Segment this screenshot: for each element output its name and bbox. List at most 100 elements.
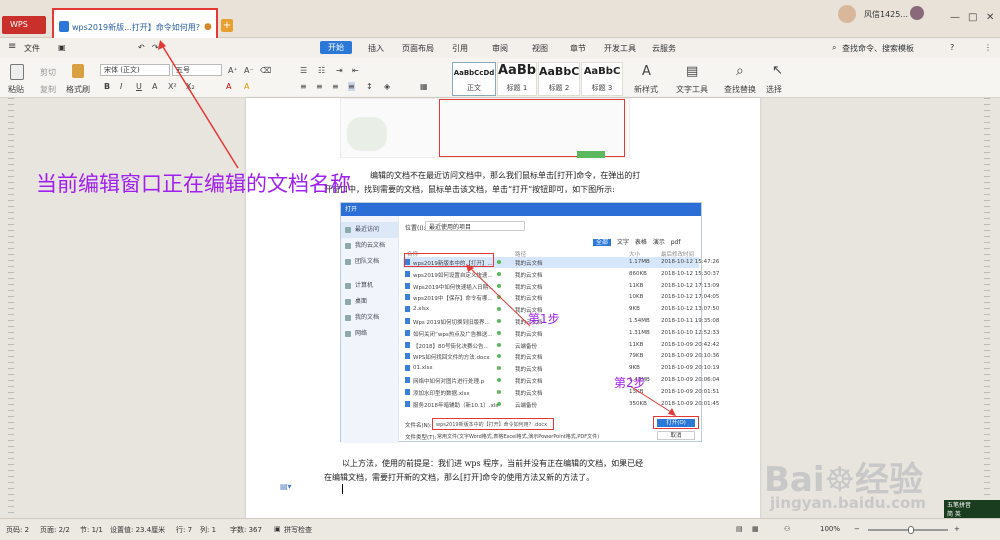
tab-view[interactable]: 视图 — [532, 43, 548, 54]
maximize-icon[interactable]: □ — [968, 12, 977, 23]
view-web-icon[interactable]: ▦ — [752, 525, 759, 533]
paste-icon[interactable] — [10, 64, 24, 80]
italic-icon[interactable]: I — [120, 82, 122, 91]
file-row[interactable]: 【2018】80号街化决赛公告... 云端备份 11KB 2018-10-09 20:… — [403, 340, 719, 351]
ime-indicator[interactable]: 五笔拼音 简 英 — [944, 500, 1000, 520]
bullet-list-icon[interactable]: ☰ — [300, 66, 307, 75]
find-replace-icon[interactable]: ⌕ — [736, 63, 744, 79]
filename-input[interactable]: wps2019新版本中的【打开】命令如何用？.docx — [436, 421, 547, 428]
sidebar-item-computer[interactable]: 计算机 — [341, 278, 398, 294]
user-area[interactable]: 风信1425... — [838, 4, 938, 24]
bold-icon[interactable]: B — [104, 82, 110, 91]
subscript-icon[interactable]: X₂ — [186, 82, 195, 91]
paragraph-marker-icon[interactable]: ▤▾ — [280, 482, 292, 491]
document-tab[interactable]: wps2019新版...打开】命令如何用? ● — [52, 8, 218, 38]
paste-button[interactable]: 粘贴 — [8, 84, 24, 95]
outdent-icon[interactable]: ⇤ — [352, 66, 359, 75]
close-icon[interactable]: ✕ — [986, 12, 994, 23]
wps-home-button[interactable]: WPS — [2, 16, 46, 34]
status-section[interactable]: 节: 1/1 — [80, 525, 103, 535]
more-icon[interactable]: ⋮ — [984, 43, 992, 52]
search-icon[interactable]: ⌕ — [832, 43, 836, 53]
file-row[interactable]: 添加水印型的数据.xlsx 我的云文档 13KB 2018-10-09 20:01:5… — [403, 387, 719, 398]
filter-ppt[interactable]: 演示 — [653, 239, 665, 246]
style-heading3[interactable]: AaBbC 标题 3 — [581, 62, 623, 96]
shrink-font-icon[interactable]: A⁻ — [244, 66, 254, 75]
select-button[interactable]: 选择 — [766, 84, 782, 95]
sidebar-item-recent[interactable]: 最近访问 — [341, 222, 398, 238]
align-right-icon[interactable]: ≡ — [332, 82, 339, 91]
tab-reference[interactable]: 引用 — [452, 43, 468, 54]
quick-access-undo-icon[interactable]: ↶ — [138, 43, 145, 52]
file-row[interactable]: Wps2019中如何快速插入日期... 我的云文档 11KB 2018-10-12 1… — [403, 281, 719, 292]
quick-access-redo-icon[interactable]: ↷ — [152, 43, 159, 52]
status-position[interactable]: 设置值: 23.4厘米 — [110, 525, 165, 535]
zoom-level[interactable]: 100% — [820, 525, 840, 533]
open-button[interactable]: 打开(O) — [657, 419, 695, 427]
zoom-out-icon[interactable]: − — [854, 525, 860, 533]
minimize-icon[interactable]: — — [950, 12, 960, 23]
cut-button[interactable]: 剪切 — [40, 67, 56, 78]
avatar[interactable] — [838, 5, 856, 23]
view-page-icon[interactable]: ▤ — [736, 525, 743, 533]
new-tab-button[interactable]: + — [221, 19, 233, 32]
grow-font-icon[interactable]: A⁺ — [228, 66, 238, 75]
sidebar-item-network[interactable]: 网络 — [341, 326, 398, 342]
sidebar-item-documents[interactable]: 我的文档 — [341, 310, 398, 326]
file-row[interactable]: 服务2018年暗辅助（新10.1）.xls 云端备份 350KB 2018-10-09… — [403, 399, 719, 410]
indent-icon[interactable]: ⇥ — [336, 66, 343, 75]
view-read-icon[interactable]: ⚇ — [784, 525, 790, 533]
help-icon[interactable]: ? — [950, 43, 954, 52]
style-normal[interactable]: AaBbCcDd 正文 — [452, 62, 496, 96]
tab-layout[interactable]: 页面布局 — [402, 43, 434, 54]
highlight-icon[interactable]: A — [244, 82, 249, 91]
status-pages[interactable]: 页面: 2/2 — [40, 525, 70, 535]
location-select[interactable]: 最近使用的项目 — [425, 221, 525, 231]
style-heading2[interactable]: AaBbC 标题 2 — [538, 62, 580, 96]
style-heading1[interactable]: AaBb 标题 1 — [497, 62, 537, 96]
new-style-button[interactable]: 新样式 — [634, 84, 658, 95]
filter-pdf[interactable]: pdf — [671, 239, 681, 246]
shading-icon[interactable]: ◈ — [384, 82, 390, 91]
find-replace-button[interactable]: 查找替换 — [724, 84, 756, 95]
align-left-icon[interactable]: ≡ — [300, 82, 307, 91]
status-page-number[interactable]: 页码: 2 — [6, 525, 29, 535]
quick-access-save-icon[interactable]: ▣ — [58, 43, 66, 52]
sidebar-item-desktop[interactable]: 桌面 — [341, 294, 398, 310]
superscript-icon[interactable]: X² — [168, 82, 177, 91]
status-col[interactable]: 列: 1 — [200, 525, 216, 535]
cancel-button[interactable]: 取消 — [657, 431, 695, 440]
file-row[interactable]: WPS如何找回文件的方法.docx 我的云文档 79KB 2018-10-09 20:… — [403, 351, 719, 362]
tab-chapter[interactable]: 章节 — [570, 43, 586, 54]
format-painter-button[interactable]: 格式刷 — [66, 84, 90, 95]
sidebar-item-team[interactable]: 团队文档 — [341, 254, 398, 270]
border-icon[interactable]: ▦ — [420, 82, 428, 91]
font-color-icon[interactable]: A — [226, 82, 231, 91]
tab-insert[interactable]: 插入 — [368, 43, 384, 54]
status-row[interactable]: 行: 7 — [176, 525, 192, 535]
menu-file[interactable]: 文件 — [24, 43, 40, 54]
copy-button[interactable]: 复制 — [40, 84, 56, 95]
select-icon[interactable]: ↖ — [772, 63, 783, 78]
filter-sheet[interactable]: 表格 — [635, 239, 647, 246]
file-row[interactable]: wps2019如何设置自定义快速... 我的云文档 860KB 2018-10-12 … — [403, 269, 719, 280]
status-spellcheck[interactable]: 拼写检查 — [284, 525, 312, 535]
align-center-icon[interactable]: ≡ — [316, 82, 323, 91]
file-row[interactable]: 01.xlsx 我的云文档 9KB 2018-10-09 20:10:19 — [403, 363, 719, 374]
filetype-select[interactable]: 常用文件(文字Word格式,表格Excel格式,演示PowerPoint格式,P… — [437, 433, 599, 440]
text-tools-button[interactable]: 文字工具 — [676, 84, 708, 95]
text-tools-icon[interactable]: ▤ — [686, 64, 698, 79]
file-row[interactable]: 网络中如何对图片进行处理.p 我的云文档 1.48MB 2018-10-09 20:0… — [403, 375, 719, 386]
line-spacing-icon[interactable]: ↕ — [366, 82, 373, 91]
numbered-list-icon[interactable]: ☷ — [318, 66, 325, 75]
zoom-in-icon[interactable]: + — [954, 525, 960, 533]
zoom-slider-thumb[interactable] — [908, 526, 914, 534]
command-search[interactable]: 查找命令、搜索模板 — [842, 43, 914, 54]
strikethrough-icon[interactable]: A — [152, 82, 157, 91]
spellcheck-icon[interactable]: ▣ — [274, 525, 281, 533]
tab-developer[interactable]: 开发工具 — [604, 43, 636, 54]
font-name-select[interactable]: 宋体 (正文) — [100, 64, 170, 76]
tab-review[interactable]: 审阅 — [492, 43, 508, 54]
filter-all[interactable]: 全部 — [593, 239, 612, 246]
status-words[interactable]: 字数: 367 — [230, 525, 262, 535]
